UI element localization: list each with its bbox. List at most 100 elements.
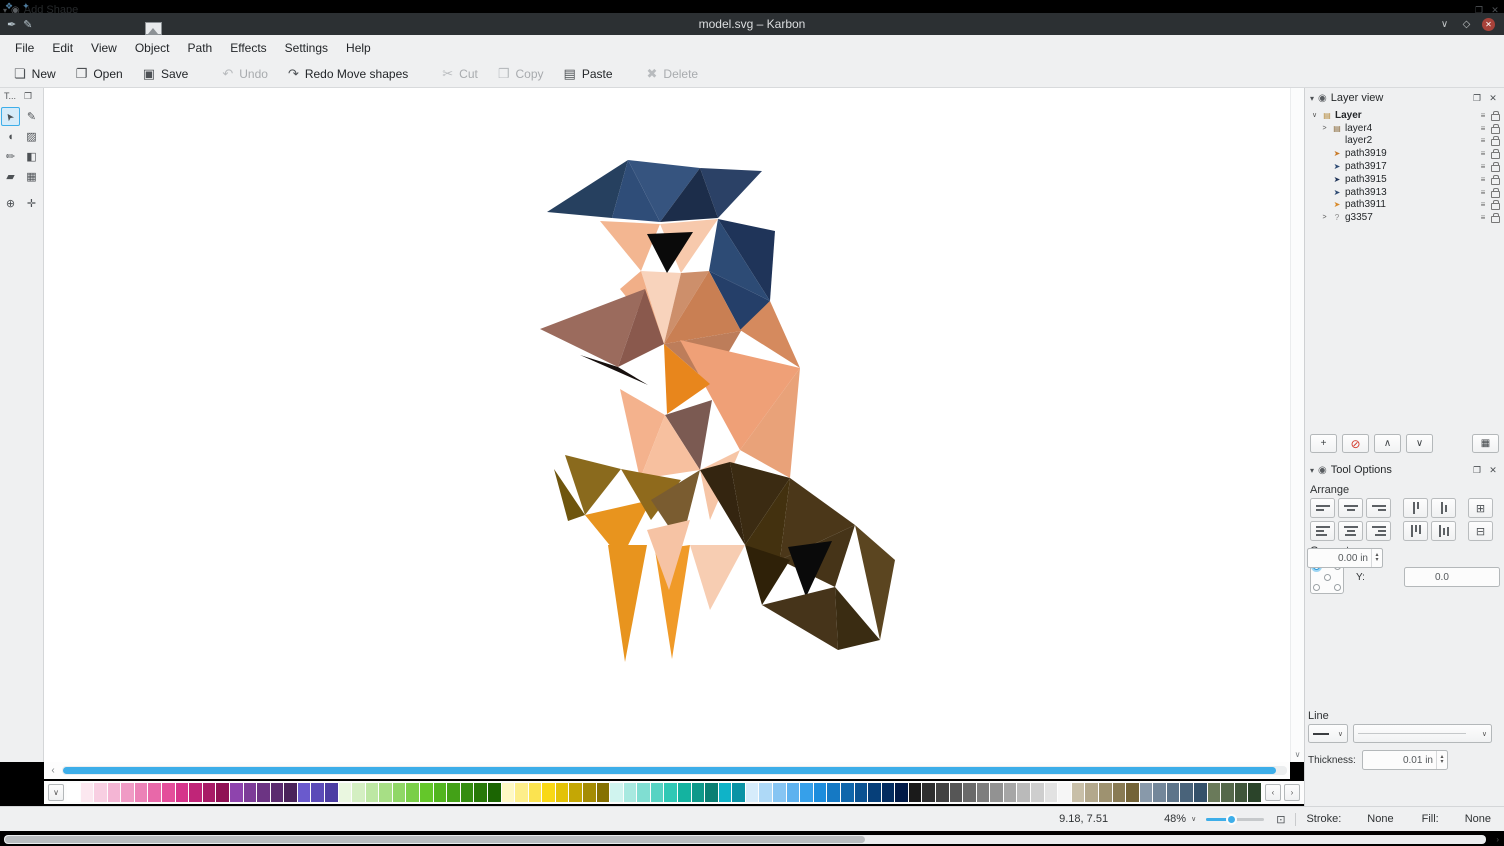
align-left-button[interactable]: [1310, 498, 1335, 518]
select-tool[interactable]: ➤: [1, 107, 20, 126]
layer-row-path3913[interactable]: ➤path3913≡: [1307, 186, 1502, 199]
collapse-icon[interactable]: ▾: [1310, 466, 1314, 475]
layer-row-path3915[interactable]: ➤path3915≡: [1307, 173, 1502, 186]
raise-layer-button[interactable]: ∧: [1374, 434, 1401, 453]
hscroll-thumb[interactable]: [63, 767, 1276, 774]
delete-layer-button[interactable]: ⊘: [1342, 434, 1369, 453]
line-style-select[interactable]: ∨: [1308, 724, 1348, 743]
color-swatch-6[interactable]: [148, 783, 161, 802]
color-swatch-18[interactable]: [311, 783, 324, 802]
color-swatch-19[interactable]: [325, 783, 338, 802]
lock-icon[interactable]: [1491, 161, 1500, 172]
canvas-horizontal-scrollbar[interactable]: ‹: [44, 762, 1290, 779]
color-swatch-40[interactable]: [610, 783, 623, 802]
color-swatch-71[interactable]: [1031, 783, 1044, 802]
titlebar[interactable]: ✒ ✎ model.svg – Karbon ∨ ◇ ✕: [0, 13, 1504, 35]
color-swatch-79[interactable]: [1140, 783, 1153, 802]
pin-icon[interactable]: ✎: [23, 18, 32, 31]
color-swatch-31[interactable]: [488, 783, 501, 802]
properties-icon[interactable]: ≡: [1478, 149, 1488, 158]
color-swatch-1[interactable]: [81, 783, 94, 802]
align-hcenter-button[interactable]: [1338, 498, 1363, 518]
expander-icon[interactable]: ∨: [1310, 111, 1319, 119]
lower-layer-button[interactable]: ∨: [1406, 434, 1433, 453]
artwork-polygon-8[interactable]: [600, 221, 660, 271]
distribute-hcenter-button[interactable]: [1338, 521, 1363, 541]
zoom-fit-button[interactable]: ⊡: [1276, 813, 1285, 826]
color-swatch-27[interactable]: [434, 783, 447, 802]
close-button[interactable]: ✕: [1482, 18, 1495, 31]
color-swatch-10[interactable]: [203, 783, 216, 802]
color-swatch-83[interactable]: [1194, 783, 1207, 802]
layer-row-layer2[interactable]: layer2≡: [1307, 135, 1502, 148]
color-swatch-35[interactable]: [542, 783, 555, 802]
menu-effects[interactable]: Effects: [221, 38, 275, 58]
color-swatch-20[interactable]: [339, 783, 352, 802]
color-swatch-44[interactable]: [664, 783, 677, 802]
color-swatch-22[interactable]: [366, 783, 379, 802]
color-swatch-42[interactable]: [637, 783, 650, 802]
color-swatch-55[interactable]: [814, 783, 827, 802]
scroll-left-icon[interactable]: ‹: [47, 765, 59, 776]
color-swatch-8[interactable]: [176, 783, 189, 802]
lock-icon[interactable]: [1491, 174, 1500, 185]
color-swatch-78[interactable]: [1126, 783, 1139, 802]
properties-icon[interactable]: ≡: [1478, 136, 1488, 145]
color-swatch-46[interactable]: [692, 783, 705, 802]
menu-settings[interactable]: Settings: [276, 38, 337, 58]
artwork-polygon-35[interactable]: [690, 545, 745, 610]
color-swatch-68[interactable]: [990, 783, 1003, 802]
calligraphy-tool[interactable]: ◖: [1, 127, 20, 146]
spin-down-icon[interactable]: ▾: [1440, 760, 1443, 765]
palette-next-button[interactable]: ›: [1284, 784, 1300, 801]
distribute-top-button[interactable]: [1403, 521, 1428, 541]
distribute-page-button[interactable]: ⊟: [1468, 521, 1493, 541]
properties-icon[interactable]: ≡: [1478, 162, 1488, 171]
color-swatch-11[interactable]: [216, 783, 229, 802]
color-swatch-45[interactable]: [678, 783, 691, 802]
tray-icon-2[interactable]: ✦: [22, 1, 30, 12]
menu-file[interactable]: File: [6, 38, 43, 58]
color-swatch-37[interactable]: [569, 783, 582, 802]
color-swatch-21[interactable]: [352, 783, 365, 802]
add-layer-button[interactable]: +: [1310, 434, 1337, 453]
distribute-right-button[interactable]: [1366, 521, 1391, 541]
color-swatch-72[interactable]: [1045, 783, 1058, 802]
color-swatch-16[interactable]: [284, 783, 297, 802]
menu-edit[interactable]: Edit: [43, 38, 82, 58]
color-swatch-61[interactable]: [895, 783, 908, 802]
align-top-button[interactable]: [1403, 498, 1428, 518]
y-spin-arrows[interactable]: ▴▾: [1371, 549, 1382, 567]
color-swatch-66[interactable]: [963, 783, 976, 802]
color-swatch-30[interactable]: [474, 783, 487, 802]
float-docker-icon[interactable]: ❐: [1471, 93, 1483, 104]
save-button[interactable]: ▣Save: [135, 63, 197, 85]
color-swatch-82[interactable]: [1180, 783, 1193, 802]
collapse-icon[interactable]: ▾: [1310, 94, 1314, 103]
canvas-vertical-scrollbar[interactable]: ∨: [1290, 88, 1304, 762]
artwork-polygon-32[interactable]: [608, 545, 647, 662]
color-swatch-74[interactable]: [1072, 783, 1085, 802]
color-swatch-28[interactable]: [447, 783, 460, 802]
layer-row-path3919[interactable]: ➤path3919≡: [1307, 147, 1502, 160]
eraser-tool[interactable]: ▰: [1, 167, 20, 186]
color-swatch-25[interactable]: [406, 783, 419, 802]
menu-help[interactable]: Help: [337, 38, 380, 58]
new-button[interactable]: ❏New: [6, 63, 64, 85]
color-swatch-60[interactable]: [882, 783, 895, 802]
fill-tool[interactable]: ◧: [22, 147, 41, 166]
open-button[interactable]: ❐Open: [68, 63, 131, 85]
color-swatch-39[interactable]: [597, 783, 610, 802]
menu-object[interactable]: Object: [126, 38, 179, 58]
color-swatch-57[interactable]: [841, 783, 854, 802]
color-swatch-23[interactable]: [379, 783, 392, 802]
color-swatch-38[interactable]: [583, 783, 596, 802]
color-swatch-29[interactable]: [461, 783, 474, 802]
color-swatch-77[interactable]: [1113, 783, 1126, 802]
zoom-slider-handle[interactable]: [1226, 814, 1237, 825]
height-input[interactable]: 0.0: [1404, 567, 1500, 587]
color-swatch-67[interactable]: [977, 783, 990, 802]
toolbox-float-icon[interactable]: ❐: [24, 91, 32, 102]
zoom-select[interactable]: 48% ∨: [1164, 813, 1196, 825]
color-swatch-62[interactable]: [909, 783, 922, 802]
